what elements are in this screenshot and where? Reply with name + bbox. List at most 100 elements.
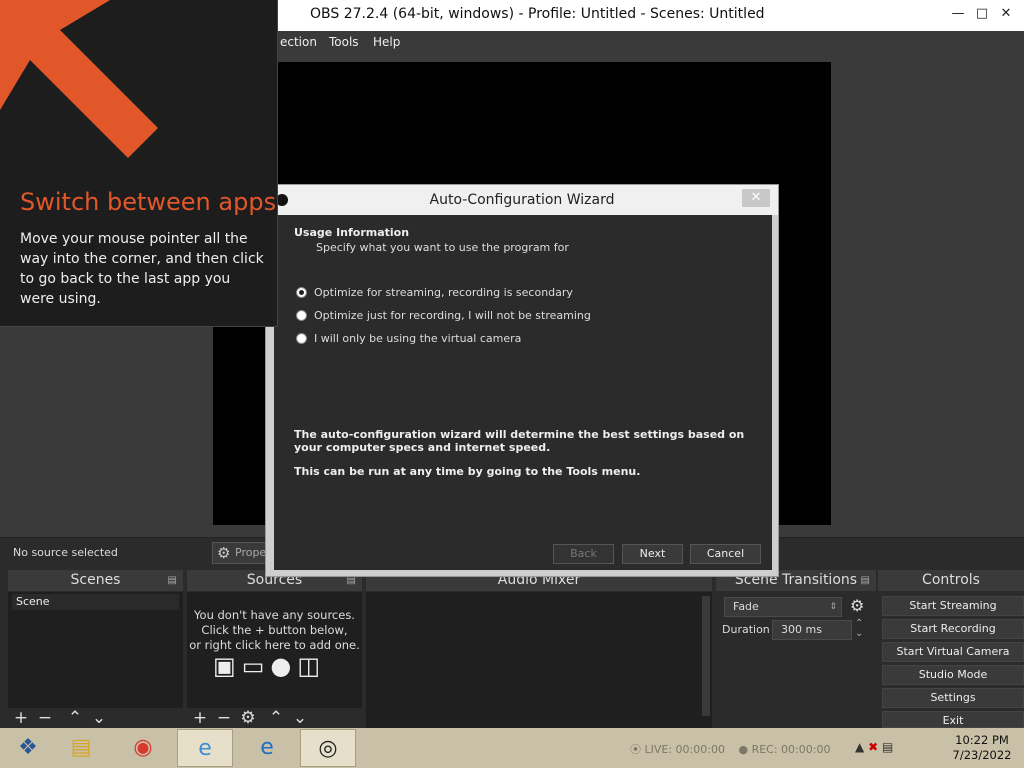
camera-icon: ◫ bbox=[297, 652, 327, 680]
empty-line-1: You don't have any sources. bbox=[194, 608, 355, 622]
wizard-close-icon[interactable]: ✕ bbox=[742, 189, 770, 207]
close-icon[interactable]: ✕ bbox=[994, 4, 1018, 24]
sources-dock: Sources ▤ You don't have any sources. Cl… bbox=[187, 570, 362, 728]
source-type-icons: ▣▭●◫ bbox=[213, 652, 326, 680]
maximize-icon[interactable]: □ bbox=[970, 4, 994, 24]
start-recording-button[interactable]: Start Recording bbox=[882, 619, 1024, 639]
rec-status: REC: 00:00:00 bbox=[751, 743, 831, 756]
network-icon[interactable]: ▤ bbox=[882, 740, 893, 754]
mixer-scrollbar[interactable] bbox=[702, 596, 710, 716]
properties-button[interactable]: ⚙ Prope bbox=[212, 542, 272, 564]
radio-label: Optimize for streaming, recording is sec… bbox=[314, 286, 573, 299]
stream-status: ⦿ LIVE: 00:00:00 ● REC: 00:00:00 bbox=[630, 741, 830, 757]
tip-body: Move your mouse pointer all the way into… bbox=[20, 231, 264, 307]
controls-dock-title: Controls bbox=[878, 570, 1024, 591]
sources-list[interactable]: You don't have any sources. Click the + … bbox=[187, 592, 362, 708]
wizard-body: Usage Information Specify what you want … bbox=[274, 215, 772, 570]
tip-title: Switch between apps bbox=[20, 188, 277, 216]
menu-tools[interactable]: Tools bbox=[329, 35, 359, 49]
move-up-icon[interactable]: ⌃ bbox=[265, 708, 287, 728]
empty-line-2: Click the + button below, bbox=[201, 623, 348, 637]
remove-scene-icon[interactable]: − bbox=[34, 708, 56, 728]
wizard-info-text: The auto-configuration wizard will deter… bbox=[294, 428, 745, 454]
globe-icon: ● bbox=[270, 652, 298, 680]
sources-toolbar: + − ⚙ ⌃ ⌄ bbox=[187, 708, 362, 728]
scenes-dock: Scenes ▤ Scene + − ⌃ ⌄ bbox=[8, 570, 183, 728]
scene-item[interactable]: Scene bbox=[12, 594, 179, 610]
clock-date: 7/23/2022 bbox=[952, 748, 1012, 762]
wizard-title-bar: Auto-Configuration Wizard ✕ bbox=[266, 185, 778, 215]
undock-icon[interactable]: ▤ bbox=[861, 570, 870, 591]
wizard-subheader: Specify what you want to use the program… bbox=[316, 241, 569, 254]
empty-line-3: or right click here to add one. bbox=[189, 638, 360, 652]
sources-empty-message: You don't have any sources. Click the + … bbox=[187, 608, 362, 653]
taskbar: ❖ ▤ ◉ e e ◎ ⦿ LIVE: 00:00:00 ● REC: 00:0… bbox=[0, 728, 1024, 768]
move-up-icon[interactable]: ⌃ bbox=[64, 708, 86, 728]
move-down-icon[interactable]: ⌄ bbox=[289, 708, 311, 728]
live-icon: ⦿ bbox=[630, 743, 641, 756]
audio-mixer-body bbox=[366, 592, 712, 728]
obs-taskbar-icon[interactable]: ◎ bbox=[300, 729, 356, 767]
back-button[interactable]: Back bbox=[553, 544, 614, 564]
duration-stepper-icon[interactable]: ⌃ ⌄ bbox=[855, 619, 863, 639]
exit-button[interactable]: Exit bbox=[882, 711, 1024, 728]
add-scene-icon[interactable]: + bbox=[10, 708, 32, 728]
remove-source-icon[interactable]: − bbox=[213, 708, 235, 728]
radio-label: Optimize just for recording, I will not … bbox=[314, 309, 591, 322]
properties-label: Prope bbox=[235, 546, 267, 559]
scenes-dock-title: Scenes ▤ bbox=[8, 570, 183, 591]
audio-mixer-dock: Audio Mixer bbox=[366, 570, 712, 728]
chrome-icon[interactable]: ◉ bbox=[115, 729, 171, 767]
file-explorer-icon[interactable]: ▤ bbox=[53, 729, 109, 767]
internet-explorer-icon[interactable]: e bbox=[177, 729, 233, 767]
duration-label: Duration bbox=[722, 623, 770, 636]
live-status: LIVE: 00:00:00 bbox=[644, 743, 725, 756]
no-source-label: No source selected bbox=[13, 546, 118, 559]
add-source-icon[interactable]: + bbox=[189, 708, 211, 728]
wizard-header: Usage Information bbox=[294, 226, 410, 239]
move-down-icon[interactable]: ⌄ bbox=[88, 708, 110, 728]
radio-icon bbox=[296, 333, 307, 344]
menu-scene-collection[interactable]: ection bbox=[280, 35, 317, 49]
gear-icon: ⚙ bbox=[217, 544, 231, 562]
switch-apps-tip: Switch between apps Move your mouse poin… bbox=[0, 0, 278, 327]
transition-settings-icon[interactable]: ⚙ bbox=[850, 596, 864, 615]
duration-input[interactable]: 300 ms bbox=[772, 620, 852, 640]
auto-config-wizard-dialog: Auto-Configuration Wizard ✕ Usage Inform… bbox=[265, 184, 779, 577]
clock-time: 10:22 PM bbox=[955, 733, 1009, 747]
transition-value: Fade bbox=[733, 600, 759, 613]
scenes-list: Scene bbox=[8, 592, 183, 708]
duration-row: Duration bbox=[722, 623, 770, 643]
cancel-button[interactable]: Cancel bbox=[690, 544, 761, 564]
transitions-dock: Scene Transitions ▤ Fade ⇕ ⚙ Duration 30… bbox=[716, 570, 876, 728]
volume-muted-icon[interactable]: ✖ bbox=[868, 740, 878, 754]
studio-mode-button[interactable]: Studio Mode bbox=[882, 665, 1024, 685]
radio-label: I will only be using the virtual camera bbox=[314, 332, 522, 345]
start-streaming-button[interactable]: Start Streaming bbox=[882, 596, 1024, 616]
undock-icon[interactable]: ▤ bbox=[168, 570, 177, 591]
start-button-icon[interactable]: ❖ bbox=[0, 729, 56, 767]
settings-button[interactable]: Settings bbox=[882, 688, 1024, 708]
taskbar-clock[interactable]: 10:22 PM 7/23/2022 bbox=[944, 733, 1020, 763]
minimize-icon[interactable]: — bbox=[946, 4, 970, 24]
arrow-icon bbox=[0, 0, 158, 158]
rec-dot-icon: ● bbox=[738, 743, 749, 756]
wizard-title: Auto-Configuration Wizard bbox=[429, 192, 615, 208]
show-hidden-icon[interactable]: ▲ bbox=[855, 740, 864, 754]
spin-icon: ⇕ bbox=[829, 602, 837, 612]
menu-help[interactable]: Help bbox=[373, 35, 400, 49]
internet-explorer-blue-icon[interactable]: e bbox=[239, 729, 295, 767]
window-title: OBS 27.2.4 (64-bit, windows) - Profile: … bbox=[310, 6, 765, 22]
radio-icon bbox=[296, 310, 307, 321]
tray-icons[interactable]: ▲ ✖ ▤ bbox=[855, 740, 893, 754]
scenes-title: Scenes bbox=[70, 572, 121, 588]
source-settings-icon[interactable]: ⚙ bbox=[237, 708, 259, 728]
scenes-toolbar: + − ⌃ ⌄ bbox=[8, 708, 183, 728]
controls-title: Controls bbox=[922, 572, 980, 588]
image-icon: ▣ bbox=[213, 652, 242, 680]
next-button[interactable]: Next bbox=[622, 544, 683, 564]
radio-selected-icon bbox=[296, 287, 307, 298]
duration-value: 300 ms bbox=[781, 623, 822, 636]
transition-select[interactable]: Fade ⇕ bbox=[724, 597, 842, 617]
start-virtual-camera-button[interactable]: Start Virtual Camera bbox=[882, 642, 1024, 662]
